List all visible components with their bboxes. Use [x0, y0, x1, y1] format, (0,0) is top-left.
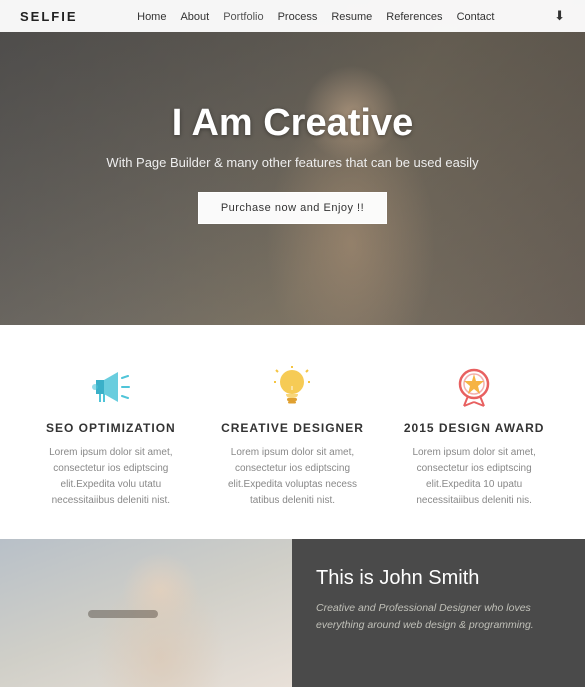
feature-item-award: 2015 DESIGN AWARD Lorem ipsum dolor sit a…	[394, 365, 554, 509]
navbar: SELFIE Home About Portfolio Process Resume Re…	[0, 0, 585, 32]
features-section: SEO OPTIMIZATION Lorem ipsum dolor sit am…	[0, 325, 585, 539]
profile-section: This is John Smith Creative and Professi…	[0, 539, 585, 687]
nav-link-resume[interactable]: Resume	[331, 11, 372, 23]
bulb-icon	[212, 365, 372, 409]
hero-content: I Am Creative With Page Builder & many o…	[106, 102, 478, 224]
award-icon	[394, 365, 554, 409]
feature-title-award: 2015 DESIGN AWARD	[394, 421, 554, 435]
feature-title-design: CREATIVE DESIGNER	[212, 421, 372, 435]
profile-text: This is John Smith Creative and Professi…	[292, 539, 585, 687]
megaphone-icon	[31, 365, 191, 409]
hero-section: I Am Creative With Page Builder & many o…	[0, 0, 585, 325]
nav-link-about[interactable]: About	[180, 11, 209, 23]
profile-photo	[0, 539, 292, 687]
feature-text-seo: Lorem ipsum dolor sit amet, consectetur …	[31, 445, 191, 509]
nav-links: Home About Portfolio Process Resume Reference…	[137, 7, 494, 25]
feature-item-seo: SEO OPTIMIZATION Lorem ipsum dolor sit am…	[31, 365, 191, 509]
feature-text-design: Lorem ipsum dolor sit amet, consectetur …	[212, 445, 372, 509]
profile-description: Creative and Professional Designer who l…	[316, 600, 561, 635]
nav-link-references[interactable]: References	[386, 11, 442, 23]
hero-subtitle: With Page Builder & many other features …	[106, 155, 478, 170]
profile-name: This is John Smith	[316, 567, 561, 590]
download-icon[interactable]: ⬇	[554, 8, 565, 24]
nav-link-process[interactable]: Process	[278, 11, 318, 23]
nav-link-contact[interactable]: Contact	[457, 11, 495, 23]
hero-title: I Am Creative	[106, 102, 478, 145]
feature-title-seo: SEO OPTIMIZATION	[31, 421, 191, 435]
feature-item-design: CREATIVE DESIGNER Lorem ipsum dolor sit a…	[212, 365, 372, 509]
feature-text-award: Lorem ipsum dolor sit amet, consectetur …	[394, 445, 554, 509]
site-logo[interactable]: SELFIE	[20, 9, 78, 24]
nav-link-home[interactable]: Home	[137, 11, 166, 23]
nav-link-portfolio[interactable]: Portfolio	[223, 11, 263, 23]
hero-cta-button[interactable]: Purchase now and Enjoy !!	[198, 192, 387, 224]
